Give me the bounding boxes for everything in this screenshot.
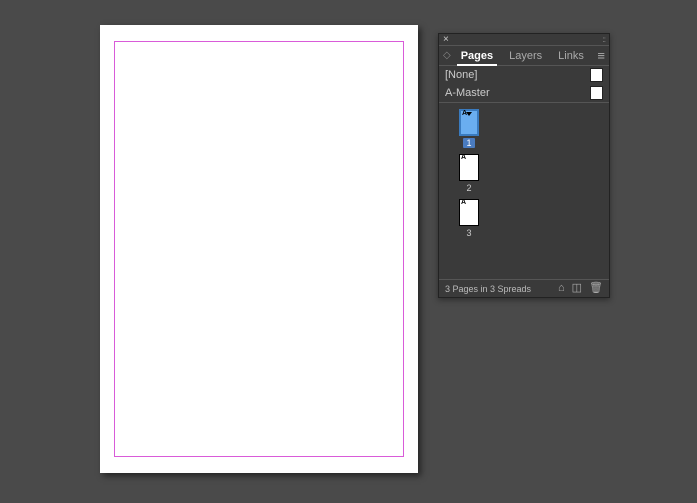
tab-pages[interactable]: Pages bbox=[453, 47, 501, 65]
page-number-label: 3 bbox=[463, 228, 474, 238]
tab-links[interactable]: Links bbox=[550, 47, 592, 65]
section-start-icon bbox=[466, 112, 472, 116]
page-item-2[interactable]: A 2 bbox=[455, 154, 483, 193]
master-label: [None] bbox=[445, 69, 477, 81]
drag-grip-icon[interactable]: :: bbox=[603, 35, 605, 44]
flyout-menu-icon[interactable]: ≡ bbox=[597, 48, 605, 63]
footer-status-text: 3 Pages in 3 Spreads bbox=[445, 284, 531, 294]
master-a[interactable]: A-Master bbox=[439, 84, 609, 102]
panel-tabs: ◇ Pages Layers Links ≡ bbox=[439, 46, 609, 66]
page-item-3[interactable]: A 3 bbox=[455, 199, 483, 238]
trash-icon[interactable]: 🗑 bbox=[589, 283, 603, 294]
master-thumb-icon bbox=[590, 68, 603, 82]
page-item-1[interactable]: A 1 bbox=[455, 109, 483, 148]
page-size-icon[interactable]: ⌂ bbox=[558, 283, 565, 294]
pages-list: A 1 A 2 A 3 bbox=[439, 103, 609, 279]
pages-panel: × :: ◇ Pages Layers Links ≡ [None] A-Mas… bbox=[438, 33, 610, 298]
close-icon[interactable]: × bbox=[443, 35, 449, 45]
page-thumb-icon: A bbox=[459, 109, 479, 136]
master-label: A-Master bbox=[445, 87, 490, 99]
tab-layers[interactable]: Layers bbox=[501, 47, 550, 65]
master-thumb-icon bbox=[590, 86, 603, 100]
page-thumb-icon: A bbox=[459, 199, 479, 226]
page-number-label: 1 bbox=[463, 138, 474, 148]
document-page-canvas[interactable] bbox=[100, 25, 418, 473]
master-none[interactable]: [None] bbox=[439, 66, 609, 84]
page-number-label: 2 bbox=[463, 183, 474, 193]
new-page-icon[interactable]: ◫ bbox=[572, 283, 582, 294]
panel-titlebar: × :: bbox=[439, 34, 609, 46]
panel-footer: 3 Pages in 3 Spreads ⌂ ◫ 🗑 bbox=[439, 279, 609, 297]
master-indicator: A bbox=[461, 199, 466, 206]
page-thumb-icon: A bbox=[459, 154, 479, 181]
tab-scroll-icon[interactable]: ◇ bbox=[443, 50, 451, 61]
masters-section: [None] A-Master bbox=[439, 66, 609, 103]
master-indicator: A bbox=[461, 154, 466, 161]
margin-guide bbox=[114, 41, 404, 457]
